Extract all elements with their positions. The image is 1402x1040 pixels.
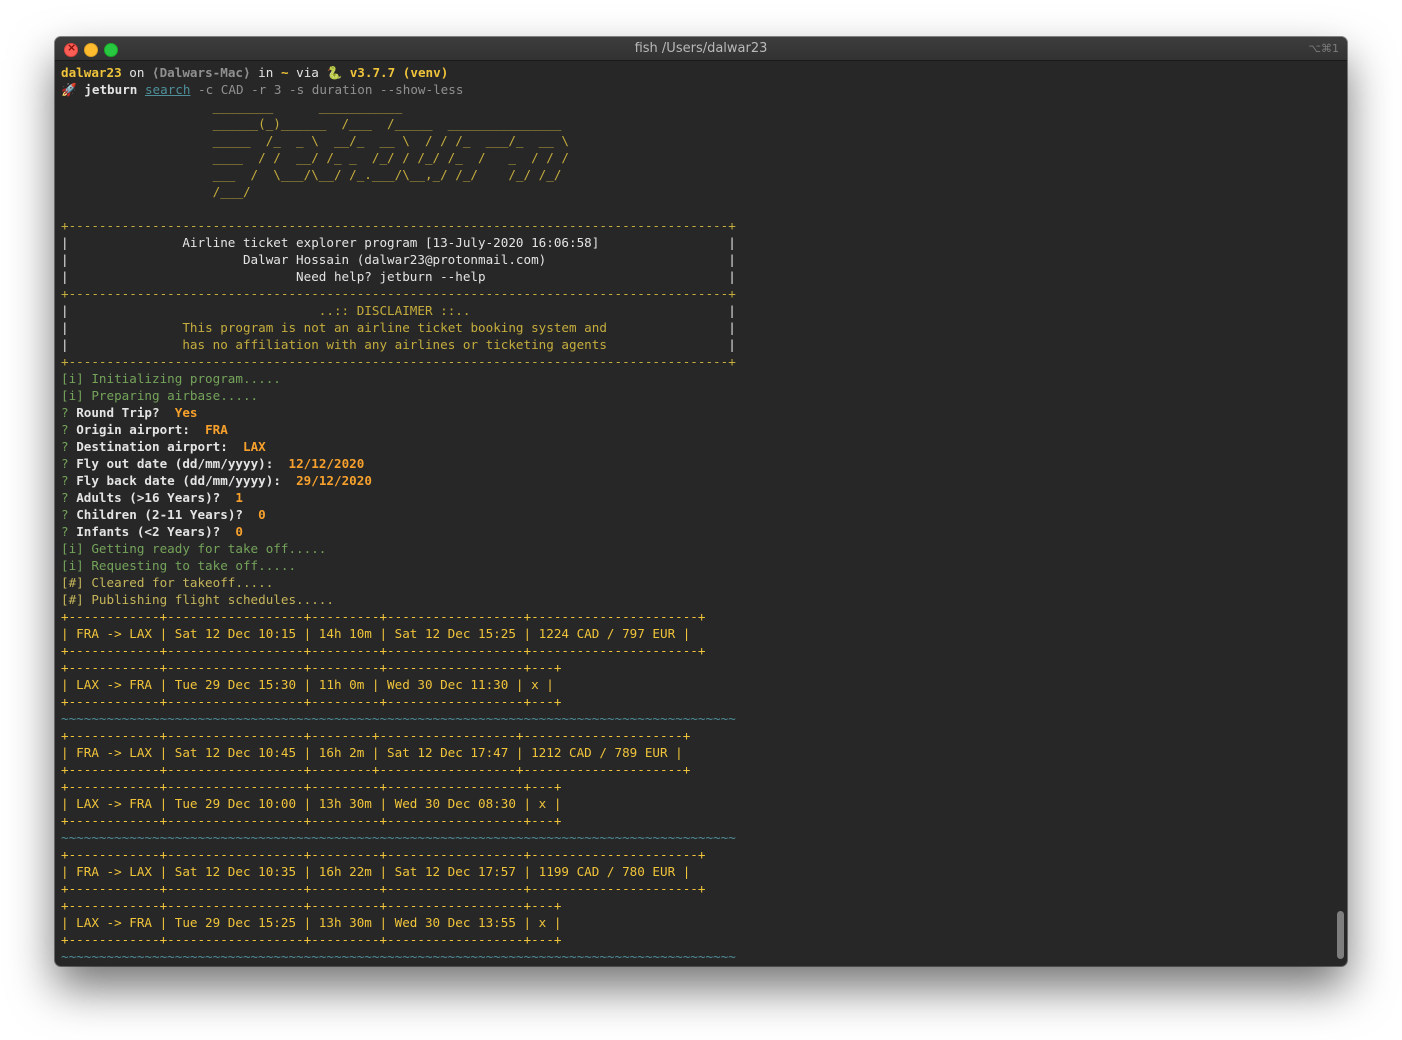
- result-separator: ~~~~~~~~~~~~~~~~~~~~~~~~~~~~~~~~~~~~~~~~…: [61, 711, 736, 726]
- result-separator: ~~~~~~~~~~~~~~~~~~~~~~~~~~~~~~~~~~~~~~~~…: [61, 830, 736, 845]
- banner-author-line: | Dalwar Hossain (dalwar23@protonmail.co…: [61, 252, 736, 267]
- table-border: +------------+------------------+-------…: [61, 609, 706, 624]
- log-status-line: [#] Cleared for takeoff.....: [61, 575, 274, 590]
- question-adults: ? Adults (>16 Years)? 1: [61, 490, 244, 505]
- terminal-window: fish /Users/dalwar23 ⌥⌘1 dalwar23 on ⟨Da…: [55, 37, 1347, 966]
- question-destination: ? Destination airport: LAX: [61, 439, 266, 454]
- banner-border: +---------------------------------------…: [61, 354, 736, 369]
- banner-border: +---------------------------------------…: [61, 218, 736, 233]
- prompt-host: ⟨Dalwars-Mac⟩: [152, 65, 251, 80]
- ascii-art-line: ______(_)______ /___ /_____ ____________…: [61, 116, 562, 131]
- table-border: +------------+------------------+-------…: [61, 813, 562, 828]
- rocket-icon: 🚀: [61, 82, 77, 97]
- log-status-line: [#] Publishing flight schedules.....: [61, 592, 334, 607]
- command-name: jetburn: [84, 82, 138, 97]
- prompt-user: dalwar23: [61, 65, 122, 80]
- table-border: +------------+------------------+-------…: [61, 898, 562, 913]
- table-border: +------------+------------------+-------…: [61, 643, 706, 658]
- flight-row-return: | LAX -> FRA | Tue 29 Dec 15:30 | 11h 0m…: [61, 677, 554, 692]
- disclaimer-line: | ..:: DISCLAIMER ::.. |: [61, 303, 736, 318]
- table-border: +------------+------------------+-------…: [61, 762, 691, 777]
- question-infants: ? Infants (<2 Years)? 0: [61, 524, 244, 539]
- result-separator: ~~~~~~~~~~~~~~~~~~~~~~~~~~~~~~~~~~~~~~~~…: [61, 949, 736, 960]
- answer-value: 29/12/2020: [296, 473, 372, 488]
- ascii-art-line: ________ ___________: [61, 99, 403, 114]
- disclaimer-text: This program is not an airline ticket bo…: [68, 320, 729, 335]
- prompt-dir: ~: [280, 65, 289, 80]
- command-subcommand: search: [144, 82, 191, 97]
- log-info-line: [i] Requesting to take off.....: [61, 558, 297, 573]
- prompt-on: on: [121, 65, 153, 80]
- prompt-via: via: [288, 65, 327, 80]
- ascii-art-line: ___ / \___/\__/ /_.___/\__,_/ /_/ /_/ /_…: [61, 167, 562, 182]
- table-border: +------------+------------------+-------…: [61, 779, 562, 794]
- answer-value: FRA: [205, 422, 228, 437]
- prompt-python-version: v3.7.7 (venv): [342, 65, 449, 80]
- flight-row-return: | LAX -> FRA | Tue 29 Dec 10:00 | 13h 30…: [61, 796, 562, 811]
- ascii-art-line: /___/: [61, 184, 251, 199]
- question-children: ? Children (2-11 Years)? 0: [61, 507, 266, 522]
- banner-border: +---------------------------------------…: [61, 286, 736, 301]
- disclaimer-line: | This program is not an airline ticket …: [61, 320, 736, 335]
- answer-value: 0: [235, 524, 244, 539]
- disclaimer-line: | has no affiliation with any airlines o…: [61, 337, 736, 352]
- ascii-art-line: ____ / / __/ /_ _ /_/ / /_/ /_ / _ / / /: [61, 150, 569, 165]
- flight-row-outbound: | FRA -> LAX | Sat 12 Dec 10:15 | 14h 10…: [61, 626, 691, 641]
- question-fly-back-date: ? Fly back date (dd/mm/yyyy): 29/12/2020: [61, 473, 372, 488]
- title-bar[interactable]: fish /Users/dalwar23 ⌥⌘1: [55, 37, 1347, 61]
- python-icon: 🐍: [326, 65, 343, 80]
- table-border: +------------+------------------+-------…: [61, 660, 562, 675]
- answer-value: 0: [258, 507, 266, 522]
- prompt-line: dalwar23 on ⟨Dalwars-Mac⟩ in ~ via 🐍 v3.…: [61, 64, 1323, 81]
- log-info-line: [i] Preparing airbase.....: [61, 388, 259, 403]
- flight-row-outbound: | FRA -> LAX | Sat 12 Dec 10:45 | 16h 2m…: [61, 745, 683, 760]
- table-border: +------------+------------------+-------…: [61, 932, 562, 947]
- scrollbar-thumb[interactable]: [1337, 911, 1344, 959]
- banner-title-line: | Airline ticket explorer program [13-Ju…: [61, 235, 736, 250]
- command-args: -c CAD -r 3 -s duration --show-less: [190, 82, 464, 97]
- window-shortcut: ⌥⌘1: [1308, 42, 1339, 55]
- answer-value: LAX: [243, 439, 266, 454]
- table-border: +------------+------------------+-------…: [61, 881, 706, 896]
- answer-value: Yes: [174, 405, 198, 420]
- table-border: +------------+------------------+-------…: [61, 847, 706, 862]
- question-fly-out-date: ? Fly out date (dd/mm/yyyy): 12/12/2020: [61, 456, 365, 471]
- terminal-output[interactable]: dalwar23 on ⟨Dalwars-Mac⟩ in ~ via 🐍 v3.…: [61, 64, 1323, 960]
- ascii-art-line: _____ /_ _ \ __/_ __ \ / / /_ ___/_ __ \: [61, 133, 569, 148]
- log-info-line: [i] Getting ready for take off.....: [61, 541, 327, 556]
- table-border: +------------+------------------+-------…: [61, 728, 691, 743]
- disclaimer-heading: ..:: DISCLAIMER ::..: [68, 303, 729, 318]
- answer-value: 12/12/2020: [288, 456, 365, 471]
- question-round-trip: ? Round Trip? Yes: [61, 405, 198, 420]
- question-origin: ? Origin airport: FRA: [61, 422, 228, 437]
- log-info-line: [i] Initializing program.....: [61, 371, 281, 386]
- window-title: fish /Users/dalwar23: [634, 41, 768, 56]
- flight-row-outbound: | FRA -> LAX | Sat 12 Dec 10:35 | 16h 22…: [61, 864, 691, 879]
- answer-value: 1: [235, 490, 244, 505]
- prompt-in: in: [250, 65, 281, 80]
- disclaimer-text: has no affiliation with any airlines or …: [68, 337, 729, 352]
- flight-row-return: | LAX -> FRA | Tue 29 Dec 15:25 | 13h 30…: [61, 915, 562, 930]
- table-border: +------------+------------------+-------…: [61, 694, 562, 709]
- banner-help-line: | Need help? jetburn --help |: [61, 269, 736, 284]
- command-line: 🚀 jetburn search -c CAD -r 3 -s duration…: [61, 81, 1323, 98]
